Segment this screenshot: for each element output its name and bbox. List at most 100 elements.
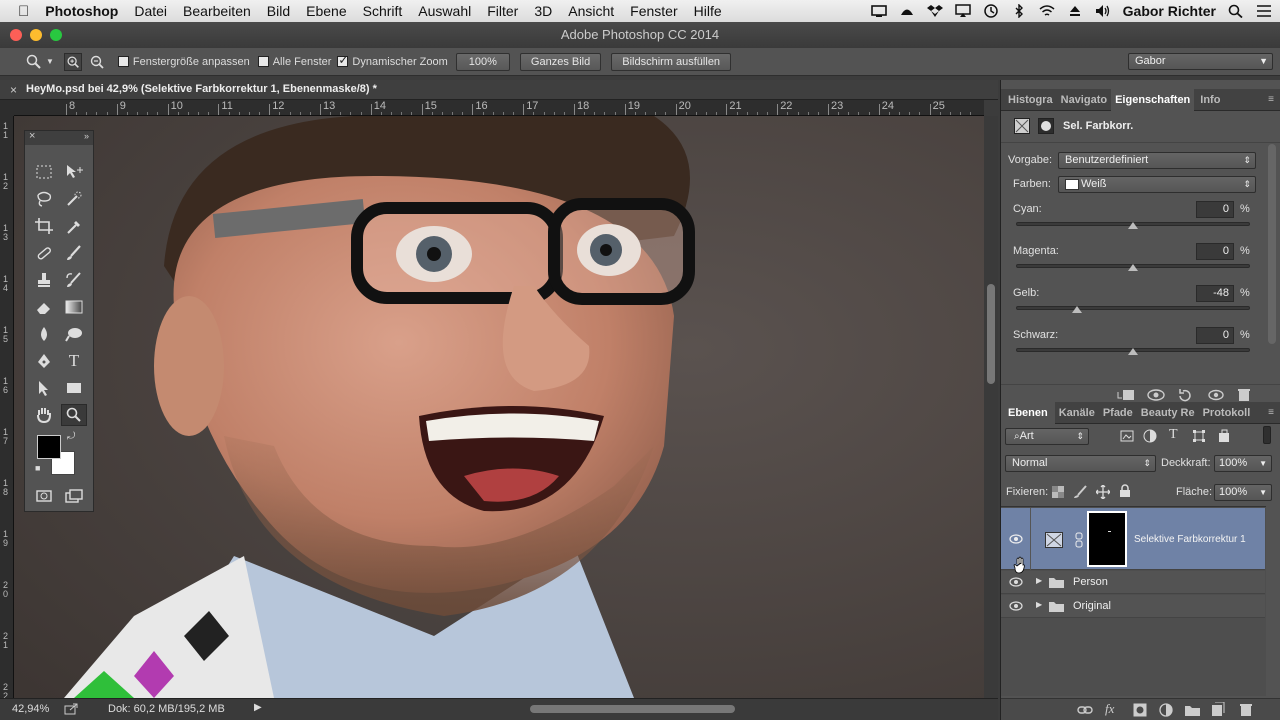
dodge-tool[interactable] [61,323,87,345]
visibility-eye-icon[interactable] [1009,577,1023,587]
swap-colors-icon[interactable]: ⤾ [67,431,75,442]
user-name[interactable]: Gabor Richter [1123,3,1216,19]
toolbox-header[interactable]: × » [25,130,93,145]
filter-adjustment-layers-icon[interactable] [1143,429,1157,443]
hand-tool[interactable] [31,404,57,426]
status-menu-arrow-icon[interactable]: ▶ [254,702,262,713]
preset-dropdown[interactable]: Benutzerdefiniert ⇕ [1058,152,1256,169]
healing-brush-tool[interactable] [31,242,57,264]
slider-thumb[interactable] [1071,306,1082,313]
visibility-eye-icon[interactable] [1009,534,1023,544]
export-icon[interactable] [64,703,78,715]
wifi-icon[interactable] [1039,4,1055,18]
expand-arrow-icon[interactable]: ▶ [1036,600,1042,609]
layer-name[interactable]: Original [1073,600,1111,612]
tab-paths[interactable]: Pfade [1099,407,1137,419]
quick-selection-tool[interactable] [61,188,87,210]
menu-fenster[interactable]: Fenster [622,3,685,19]
brush-tool[interactable] [61,242,87,264]
tab-properties[interactable]: Eigenschaften [1111,88,1195,111]
zoom-window-button[interactable] [50,29,62,41]
zoom-tool[interactable] [61,404,87,426]
lock-position-icon[interactable] [1096,485,1110,499]
view-previous-state-icon[interactable] [1146,388,1166,402]
filter-type-layers-icon[interactable]: T [1169,427,1178,443]
close-toolbox-icon[interactable]: × [29,130,35,142]
menu-auswahl[interactable]: Auswahl [410,3,479,19]
new-layer-icon[interactable] [1211,702,1225,717]
bluetooth-icon[interactable] [1011,4,1027,18]
menu-hilfe[interactable]: Hilfe [686,3,730,19]
lock-image-pixels-icon[interactable] [1073,485,1087,499]
add-mask-icon[interactable] [1133,703,1147,717]
scrubby-zoom-checkbox[interactable] [337,53,348,67]
slider-value-field[interactable]: -48 [1196,285,1234,302]
vertical-ruler[interactable]: 1 1 1 2 1 3 1 4 1 5 1 6 1 7 1 8 1 9 2 0 2 1 2 2 [0,116,14,698]
tab-info[interactable]: Info [1194,94,1224,106]
vertical-scrollbar[interactable] [984,116,998,698]
apple-menu-icon[interactable]:  [0,3,37,20]
document-tab[interactable]: × HeyMo.psd bei 42,9% (Selektive Farbkor… [0,80,998,100]
layer-row-original[interactable]: ▶ Original [1001,595,1265,618]
slider-value-field[interactable]: 0 [1196,201,1234,218]
lock-transparent-pixels-icon[interactable] [1052,486,1064,498]
filter-pixel-layers-icon[interactable] [1120,429,1134,443]
new-adjustment-layer-icon[interactable] [1159,703,1173,717]
rectangle-tool[interactable] [61,377,87,399]
new-group-icon[interactable] [1185,704,1200,716]
spotlight-search-icon[interactable] [1228,4,1244,18]
menu-filter[interactable]: Filter [479,3,526,19]
colors-dropdown[interactable]: Weiß ⇕ [1058,176,1256,193]
hat-icon[interactable] [899,4,915,18]
quick-mask-button[interactable] [31,485,57,507]
properties-scrollbar[interactable] [1268,144,1276,344]
blur-tool[interactable] [31,323,57,345]
history-brush-tool[interactable] [61,269,87,291]
fill-screen-button[interactable]: Bildschirm ausfüllen [611,52,732,71]
notification-center-icon[interactable] [1256,4,1272,18]
layer-row-person[interactable]: ▶ Person [1001,571,1265,594]
reset-adjustment-icon[interactable] [1177,388,1193,402]
close-document-icon[interactable]: × [10,83,17,97]
slider-thumb[interactable] [1128,222,1138,229]
volume-icon[interactable] [1095,4,1111,18]
dropbox-icon[interactable] [926,4,943,18]
horizontal-ruler[interactable]: 8 9 10 11 12 13 14 15 16 17 18 19 20 21 22 23 24 25 [14,100,984,116]
lasso-tool[interactable] [31,188,57,210]
foreground-color-swatch[interactable] [37,435,61,459]
fit-screen-button[interactable]: Ganzes Bild [519,52,602,71]
tab-history[interactable]: Protokoll [1199,407,1255,419]
preset-dropdown-icon[interactable]: ▼ [46,57,54,66]
filter-smart-objects-icon[interactable] [1217,429,1231,443]
zoom-tool-preset-icon[interactable] [26,54,42,70]
layer-row-selective-color[interactable]: Selektive Farbkorrektur 1 [1001,508,1265,570]
layer-filter-kind-dropdown[interactable]: ⌕Art ⇕ [1005,428,1089,445]
workspace-dropdown[interactable]: Gabor ▼ [1128,53,1273,70]
eraser-tool[interactable] [31,296,57,318]
delete-layer-icon[interactable] [1239,702,1253,717]
layer-name[interactable]: Selektive Farbkorrektur 1 [1134,534,1246,545]
screen-mode-button[interactable] [61,485,87,507]
lock-all-icon[interactable] [1119,484,1131,498]
tab-channels[interactable]: Kanäle [1055,407,1099,419]
opacity-field[interactable]: 100% ▼ [1214,455,1272,472]
menu-ansicht[interactable]: Ansicht [560,3,622,19]
marquee-tool[interactable] [31,161,57,183]
airplay-icon[interactable] [954,4,971,18]
crop-tool[interactable] [31,215,57,237]
visibility-eye-icon[interactable] [1009,601,1023,611]
pen-tool[interactable] [31,350,57,372]
panel-menu-icon[interactable]: ≡ [1268,94,1274,105]
eject-icon[interactable] [1067,4,1083,18]
tab-histogram[interactable]: Histogra [1001,94,1057,106]
blend-mode-dropdown[interactable]: Normal ⇕ [1005,455,1156,472]
gradient-tool[interactable] [61,296,87,318]
document-canvas[interactable] [14,116,984,698]
move-tool[interactable] [61,161,87,183]
zoom-level[interactable]: 42,94% [12,703,49,715]
zoom-100-button[interactable]: 100% [455,52,510,71]
path-selection-tool[interactable] [31,377,57,399]
collapse-toolbox-icon[interactable]: » [84,131,89,141]
slider-thumb[interactable] [1128,348,1138,355]
menu-3d[interactable]: 3D [526,3,560,19]
